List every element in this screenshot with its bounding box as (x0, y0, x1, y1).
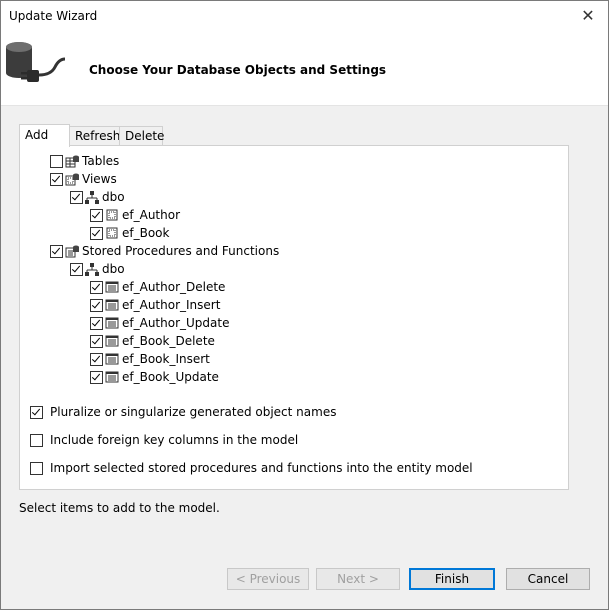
view-item-checkbox[interactable] (90, 226, 103, 240)
procedures-folder-icon (65, 245, 79, 258)
stored-procedure-icon (105, 317, 119, 329)
view-icon (106, 227, 118, 239)
option-foreign-keys[interactable]: Include foreign key columns in the model (30, 431, 298, 449)
stored-procedure-icon (105, 299, 119, 311)
view-item-label: ef_Author (122, 208, 181, 222)
tables-label: Tables (82, 154, 120, 168)
procs-dbo-checkbox[interactable] (70, 262, 83, 276)
view-item-label: ef_Book (122, 226, 170, 240)
view-icon (106, 209, 118, 221)
procs-label: Stored Procedures and Functions (82, 244, 280, 258)
finish-button[interactable]: Finish (409, 568, 495, 590)
proc-item-checkbox[interactable] (90, 334, 103, 348)
tables-folder-icon (65, 155, 79, 168)
page-title: Choose Your Database Objects and Setting… (89, 63, 387, 77)
next-button[interactable]: Next > (316, 568, 400, 590)
tree-node-proc-item[interactable]: ef_Author_Insert (90, 296, 220, 314)
foreign-keys-checkbox[interactable] (30, 433, 43, 447)
proc-item-checkbox[interactable] (90, 280, 103, 294)
option-pluralize[interactable]: Pluralize or singularize generated objec… (30, 403, 336, 421)
views-dbo-checkbox[interactable] (70, 190, 83, 204)
update-wizard-window: Update Wizard ✕ Choose Your Database Obj… (0, 0, 609, 610)
tab-delete[interactable]: Delete (119, 126, 164, 145)
tree-node-view-item[interactable]: ef_Author (90, 206, 180, 224)
add-tab-panel: Tables Views dbo ef_Author ef_Book Store… (19, 145, 569, 490)
stored-procedure-icon (105, 371, 119, 383)
pluralize-label: Pluralize or singularize generated objec… (50, 405, 337, 419)
proc-item-label: ef_Book_Insert (122, 352, 210, 366)
database-connection-icon (6, 42, 66, 82)
proc-item-label: ef_Book_Update (122, 370, 219, 384)
proc-item-label: ef_Author_Insert (122, 298, 221, 312)
pluralize-checkbox[interactable] (30, 405, 43, 419)
close-button[interactable]: ✕ (568, 1, 608, 31)
tab-add[interactable]: Add (19, 124, 70, 147)
procs-dbo-label: dbo (102, 262, 125, 276)
stored-procedure-icon (105, 353, 119, 365)
import-procs-checkbox[interactable] (30, 461, 43, 475)
proc-item-checkbox[interactable] (90, 370, 103, 384)
window-title: Update Wizard (9, 9, 98, 23)
previous-button[interactable]: < Previous (227, 568, 309, 590)
cancel-button[interactable]: Cancel (506, 568, 590, 590)
tree-node-procs-dbo[interactable]: dbo (70, 260, 125, 278)
proc-item-label: ef_Author_Update (122, 316, 230, 330)
tree-node-tables[interactable]: Tables (50, 152, 119, 170)
proc-item-checkbox[interactable] (90, 316, 103, 330)
proc-item-checkbox[interactable] (90, 352, 103, 366)
tree-node-procs[interactable]: Stored Procedures and Functions (50, 242, 279, 260)
view-item-checkbox[interactable] (90, 208, 103, 222)
schema-icon (85, 191, 99, 204)
tab-refresh[interactable]: Refresh (69, 126, 120, 145)
tree-node-views-dbo[interactable]: dbo (70, 188, 125, 206)
views-dbo-label: dbo (102, 190, 125, 204)
procs-checkbox[interactable] (50, 244, 63, 258)
proc-item-label: ef_Book_Delete (122, 334, 215, 348)
foreign-keys-label: Include foreign key columns in the model (50, 433, 299, 447)
status-message: Select items to add to the model. (19, 501, 220, 515)
tree-node-proc-item[interactable]: ef_Book_Delete (90, 332, 215, 350)
tree-node-proc-item[interactable]: ef_Book_Insert (90, 350, 210, 368)
tree-node-views[interactable]: Views (50, 170, 117, 188)
proc-item-label: ef_Author_Delete (122, 280, 226, 294)
tree-node-proc-item[interactable]: ef_Author_Update (90, 314, 229, 332)
stored-procedure-icon (105, 281, 119, 293)
title-bar: Update Wizard ✕ (1, 1, 608, 31)
views-label: Views (82, 172, 117, 186)
tree-node-view-item[interactable]: ef_Book (90, 224, 169, 242)
tables-checkbox[interactable] (50, 154, 63, 168)
views-folder-icon (65, 173, 79, 186)
proc-item-checkbox[interactable] (90, 298, 103, 312)
views-checkbox[interactable] (50, 172, 63, 186)
wizard-header: Choose Your Database Objects and Setting… (1, 31, 608, 106)
tree-node-proc-item[interactable]: ef_Author_Delete (90, 278, 225, 296)
option-import-procs[interactable]: Import selected stored procedures and fu… (30, 459, 473, 477)
import-procs-label: Import selected stored procedures and fu… (50, 461, 473, 475)
tree-node-proc-item[interactable]: ef_Book_Update (90, 368, 219, 386)
schema-icon (85, 263, 99, 276)
stored-procedure-icon (105, 335, 119, 347)
